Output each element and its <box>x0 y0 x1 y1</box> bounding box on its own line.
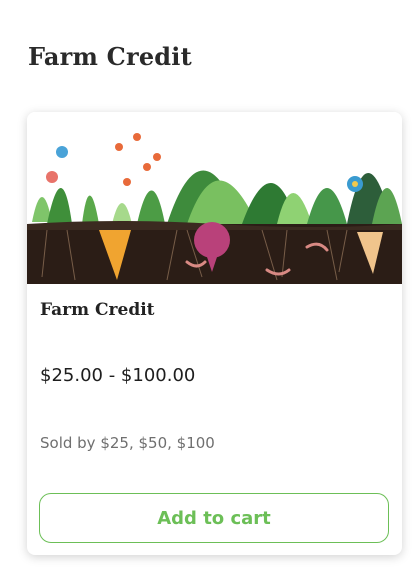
product-name[interactable]: Farm Credit <box>40 300 155 320</box>
add-to-cart-button[interactable]: Add to cart <box>39 493 389 543</box>
product-image[interactable] <box>27 112 402 284</box>
product-card: Farm Credit $25.00 - $100.00 Sold by $25… <box>27 112 402 555</box>
product-sold-by: Sold by $25, $50, $100 <box>40 434 215 452</box>
page-title: Farm Credit <box>28 42 192 71</box>
product-price: $25.00 - $100.00 <box>40 365 196 386</box>
